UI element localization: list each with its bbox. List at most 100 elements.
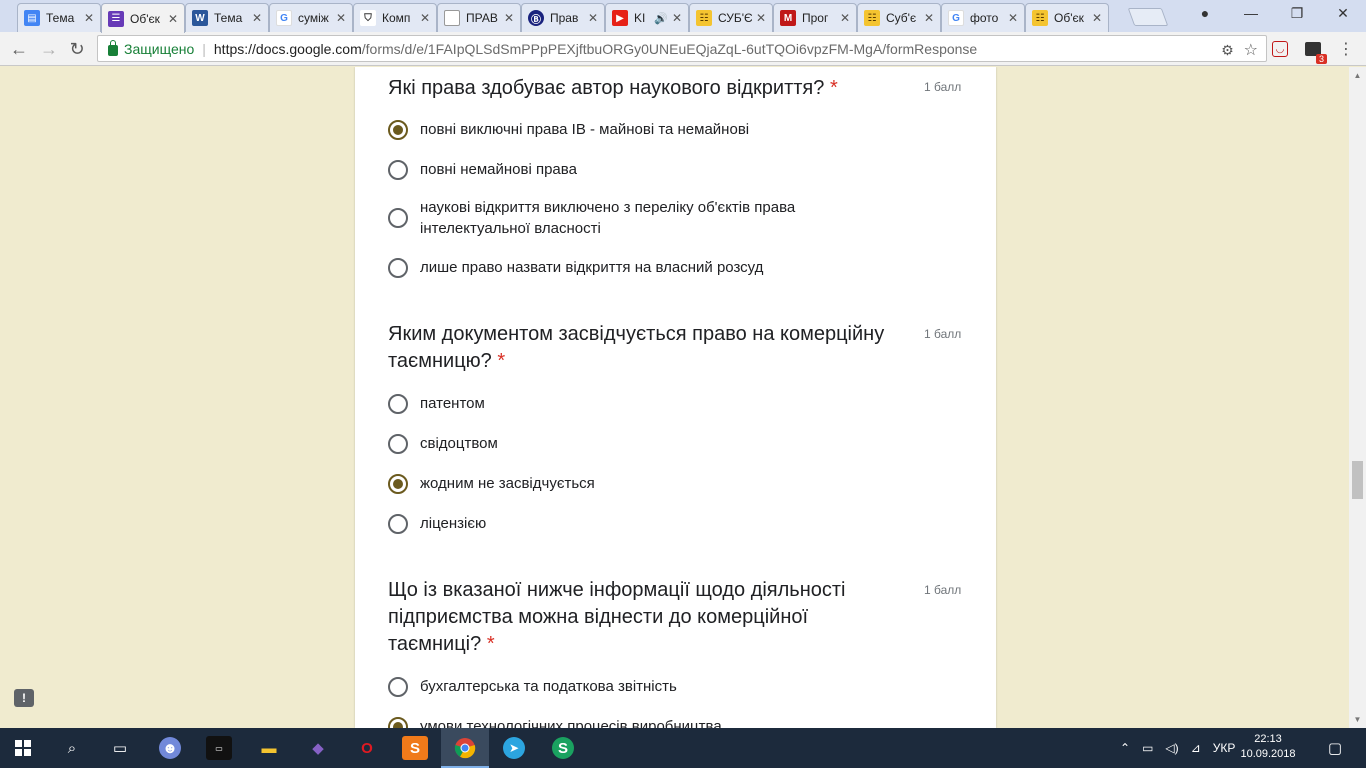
omnibox-divider: | xyxy=(202,40,206,57)
omnibox-actions: ⚙ ☆ xyxy=(1221,40,1258,60)
bookmark-star-icon[interactable]: ☆ xyxy=(1244,40,1258,60)
browser-tab[interactable]: ▶ KI 🔊 ✕ xyxy=(605,3,689,32)
address-bar[interactable]: Защищено | https://docs.google.com/forms… xyxy=(97,35,1267,62)
tab-close-icon[interactable]: ✕ xyxy=(1008,11,1018,25)
sublime-text-icon[interactable]: S xyxy=(402,736,428,760)
new-tab-button[interactable] xyxy=(1127,8,1169,26)
system-tray: ⌃ ▭ ◁) ⊿ УКР xyxy=(1120,728,1235,768)
translate-icon[interactable]: ⚙ xyxy=(1221,42,1234,59)
network-icon[interactable]: ⊿ xyxy=(1191,741,1201,755)
radio-button[interactable] xyxy=(388,208,408,228)
radio-option[interactable]: наукові відкриття виключено з переліку о… xyxy=(388,197,860,239)
send-feedback-icon[interactable]: ! xyxy=(14,689,34,707)
minimize-button[interactable]: — xyxy=(1228,0,1274,26)
browser-tab[interactable]: ☷ Об'єк ✕ xyxy=(1025,3,1109,32)
browser-tab[interactable]: M Прог ✕ xyxy=(773,3,857,32)
radio-option[interactable]: жодним не засвідчується xyxy=(388,473,595,494)
radio-button-checked[interactable] xyxy=(388,119,408,140)
visual-studio-icon[interactable]: ◆ xyxy=(305,736,331,760)
clock-time: 22:13 xyxy=(1254,733,1282,745)
volume-icon[interactable]: ◁) xyxy=(1165,741,1178,755)
clock-date: 10.09.2018 xyxy=(1240,748,1296,760)
radio-option[interactable]: свідоцтвом xyxy=(388,433,498,454)
browser-tab[interactable]: ПРАВ ✕ xyxy=(437,3,521,32)
browser-tab[interactable]: G фото ✕ xyxy=(941,3,1025,32)
scroll-up-arrow-icon[interactable]: ▲ xyxy=(1349,67,1366,84)
radio-button-checked[interactable] xyxy=(388,716,408,728)
s-app-icon[interactable]: S xyxy=(552,737,574,759)
battery-icon[interactable]: ▭ xyxy=(1142,741,1153,755)
back-button[interactable]: ← xyxy=(8,38,30,60)
youtube-icon: ▶ xyxy=(612,10,628,26)
windows-taskbar: ⌕ ▭ ☻ ▭ ▬ ◆ O S ➤ S ⌃ ▭ ◁) ⊿ УКР 22:13 1… xyxy=(0,728,1366,768)
browser-tab[interactable]: ▤ Тема ✕ xyxy=(17,3,101,32)
browser-tab[interactable]: G суміж ✕ xyxy=(269,3,353,32)
radio-option[interactable]: повні виключні права ІВ - майнові та нем… xyxy=(388,119,749,140)
tab-close-icon[interactable]: ✕ xyxy=(252,11,262,25)
tab-close-icon[interactable]: ✕ xyxy=(840,11,850,25)
restore-button[interactable]: ❐ xyxy=(1274,0,1320,26)
action-center-icon[interactable]: ▢ xyxy=(1322,736,1348,760)
tab-close-icon[interactable]: ✕ xyxy=(672,11,682,25)
chrome-icon[interactable] xyxy=(452,736,478,760)
question-title: Які права здобуває автор наукового відкр… xyxy=(388,77,838,99)
user-profile-icon[interactable]: ● xyxy=(1182,0,1228,26)
radio-button[interactable] xyxy=(388,433,408,454)
required-asterisk: * xyxy=(497,350,506,372)
search-icon[interactable]: ⌕ xyxy=(59,736,85,760)
discord-icon[interactable]: ☻ xyxy=(159,737,181,759)
tray-overflow-chevron-icon[interactable]: ⌃ xyxy=(1120,741,1130,755)
radio-button[interactable] xyxy=(388,513,408,534)
browser-tab[interactable]: Ⓑ Прав ✕ xyxy=(521,3,605,32)
scrollbar-thumb[interactable] xyxy=(1352,461,1363,499)
browser-tab[interactable]: ⛉ Комп ✕ xyxy=(353,3,437,32)
tab-close-icon[interactable]: ✕ xyxy=(336,11,346,25)
tab-close-icon[interactable]: ✕ xyxy=(504,11,514,25)
task-view-icon[interactable]: ▭ xyxy=(107,736,133,760)
language-indicator[interactable]: УКР xyxy=(1213,741,1236,755)
radio-button[interactable] xyxy=(388,159,408,180)
windows-start-icon[interactable] xyxy=(10,736,36,760)
radio-option[interactable]: умови технологічних процесів виробництва xyxy=(388,716,722,728)
radio-option[interactable]: лише право назвати відкриття на власний … xyxy=(388,257,763,278)
radio-option[interactable]: бухгалтерська та податкова звітність xyxy=(388,676,677,697)
radio-button-checked[interactable] xyxy=(388,473,408,494)
shield-icon: ⛉ xyxy=(360,10,376,26)
page-scrollbar[interactable]: ▲ ▼ xyxy=(1349,67,1366,728)
radio-option[interactable]: ліцензією xyxy=(388,513,486,534)
tab-close-icon[interactable]: ✕ xyxy=(924,11,934,25)
terminal-app-icon[interactable]: ▭ xyxy=(206,736,232,760)
audio-playing-icon[interactable]: 🔊 xyxy=(654,12,668,25)
radio-button[interactable] xyxy=(388,676,408,697)
radio-button[interactable] xyxy=(388,393,408,414)
extension-icon[interactable]: 3 xyxy=(1303,39,1327,64)
telegram-icon[interactable]: ➤ xyxy=(503,737,525,759)
browser-tab[interactable]: ☷ Суб'є ✕ xyxy=(857,3,941,32)
browser-tab-active[interactable]: ☰ Об'єк ✕ xyxy=(101,3,185,33)
tab-close-icon[interactable]: ✕ xyxy=(168,12,178,26)
pocket-extension-icon[interactable]: ◡ xyxy=(1272,41,1288,57)
tab-close-icon[interactable]: ✕ xyxy=(588,11,598,25)
close-window-button[interactable]: ✕ xyxy=(1320,0,1366,26)
radio-button[interactable] xyxy=(388,257,408,278)
chrome-menu-icon[interactable]: ⋮ xyxy=(1336,39,1356,59)
tab-close-icon[interactable]: ✕ xyxy=(756,11,766,25)
tab-strip: ▤ Тема ✕ ☰ Об'єк ✕ W Тема ✕ G суміж ✕ ⛉ … xyxy=(0,0,1366,33)
radio-option[interactable]: повні немайнові права xyxy=(388,159,577,180)
question-points: 1 балл xyxy=(924,327,962,341)
tab-close-icon[interactable]: ✕ xyxy=(84,11,94,25)
google-icon: G xyxy=(276,10,292,26)
browser-tab[interactable]: ☷ СУБ'Є ✕ xyxy=(689,3,773,32)
opera-icon[interactable]: O xyxy=(354,736,380,760)
forward-button[interactable]: → xyxy=(38,38,60,60)
page-content: Які права здобуває автор наукового відкр… xyxy=(0,67,1366,728)
tab-close-icon[interactable]: ✕ xyxy=(420,11,430,25)
file-explorer-icon[interactable]: ▬ xyxy=(256,736,282,760)
question-title: Яким документом засвідчується право на к… xyxy=(388,323,885,372)
browser-tab[interactable]: W Тема ✕ xyxy=(185,3,269,32)
reload-button[interactable]: ↻ xyxy=(66,38,88,60)
radio-option[interactable]: патентом xyxy=(388,393,485,414)
scroll-down-arrow-icon[interactable]: ▼ xyxy=(1349,711,1366,728)
taskbar-clock[interactable]: 22:13 10.09.2018 xyxy=(1240,732,1296,762)
tab-close-icon[interactable]: ✕ xyxy=(1092,11,1102,25)
